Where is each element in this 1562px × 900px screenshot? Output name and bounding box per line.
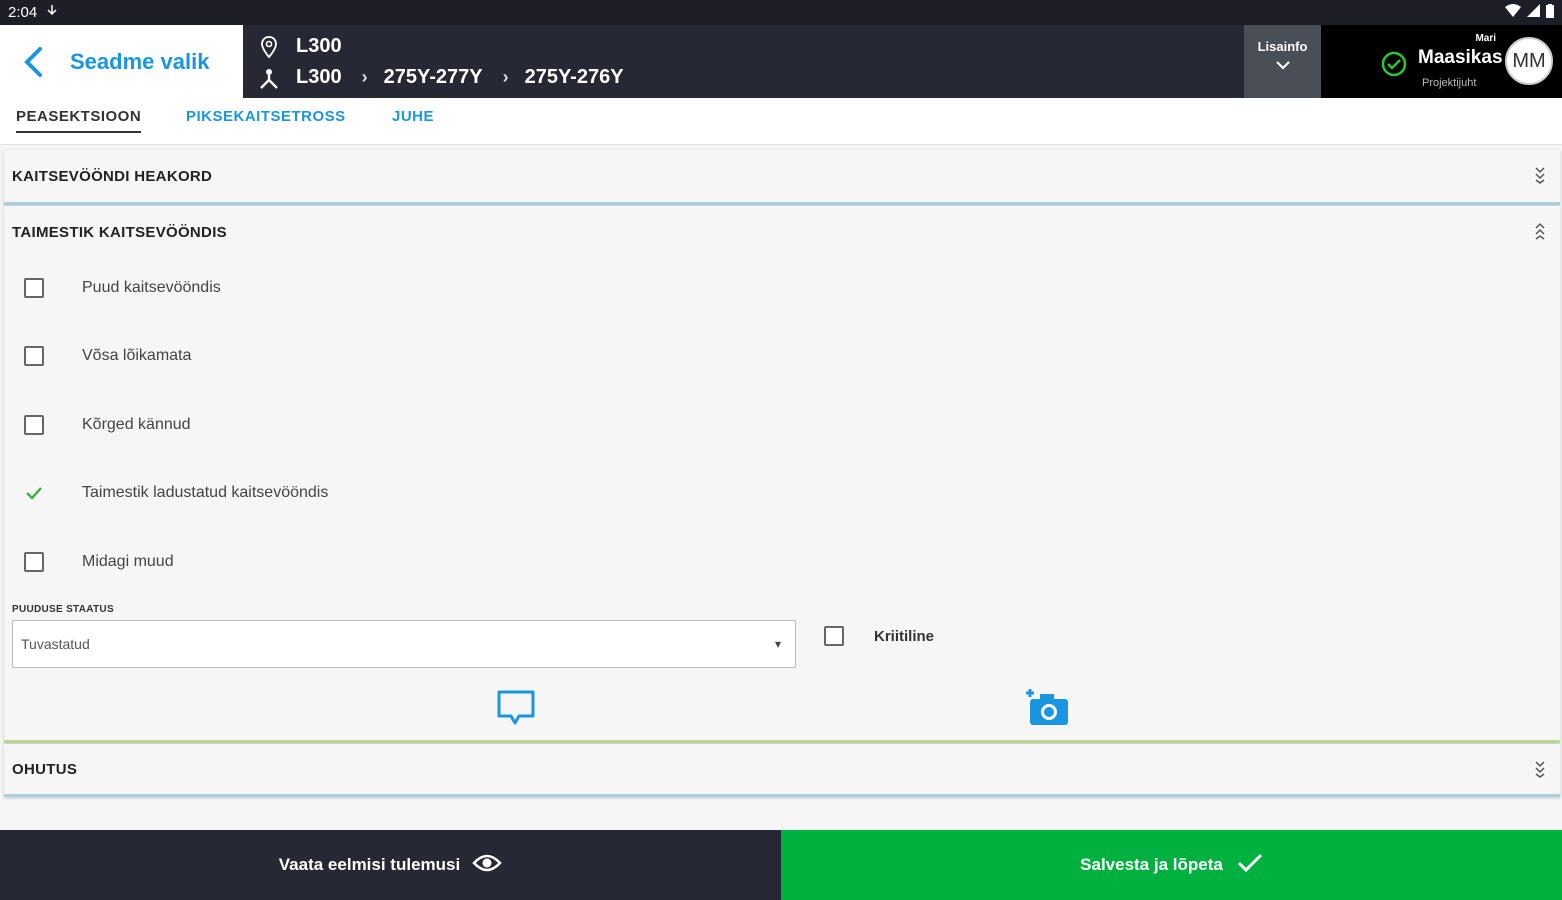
user-role: Projektijuht [1422, 77, 1477, 89]
checkbox-item[interactable]: Võsa lõikamata [24, 346, 191, 366]
info-button-label: Lisainfo [1257, 39, 1308, 54]
add-photo-icon[interactable] [1024, 687, 1070, 732]
expand-icon [1534, 760, 1546, 781]
online-check-icon [1381, 51, 1407, 82]
section-header[interactable]: KAITSEVÖÖNDI HEAKORD [4, 150, 1560, 202]
status-time: 2:04 [8, 4, 38, 21]
location-name: L300 [296, 35, 342, 57]
comment-icon[interactable] [497, 689, 535, 732]
wifi-icon [1505, 4, 1521, 21]
breadcrumb-item[interactable]: 275Y-276Y [525, 66, 624, 89]
tab-peasektsioon[interactable]: PEASEKTSIOON [16, 108, 142, 133]
app-header: Seadme valik L300 L300 › 275Y-277Y › 275… [0, 25, 1562, 98]
checkbox-item[interactable]: Kõrged kännud [24, 415, 191, 435]
tab-piksekaitsetross[interactable]: PIKSEKAITSETROSS [186, 108, 346, 131]
info-button[interactable]: Lisainfo [1244, 25, 1321, 98]
tab-bar: PEASEKTSIOON PIKSEKAITSETROSS JUHE [0, 98, 1562, 145]
view-previous-label: Vaata eelmisi tulemusi [278, 855, 461, 874]
checkbox[interactable] [24, 415, 44, 435]
checkbox[interactable] [824, 626, 844, 646]
breadcrumb-item[interactable]: 275Y-277Y [384, 66, 483, 89]
section-taimestik-kaitsevoondis: TAIMESTIK KAITSEVÖÖNDIS Puud kaitsevöönd… [4, 206, 1560, 743]
chevron-left-icon [22, 45, 50, 79]
chevron-right-icon: › [361, 67, 368, 87]
back-button[interactable]: Seadme valik [0, 25, 243, 98]
back-label: Seadme valik [70, 48, 210, 74]
checkbox[interactable] [24, 346, 44, 366]
save-label: Salvesta ja lõpeta [1080, 855, 1223, 874]
status-select[interactable]: Tuvastatud ▾ [12, 620, 796, 668]
status-bar: 2:04 [0, 0, 1562, 25]
checkbox-item[interactable]: Midagi muud [24, 552, 174, 572]
checkmark-icon[interactable] [24, 483, 44, 503]
breadcrumb-item[interactable]: L300 [296, 66, 342, 89]
checkbox-label: Võsa lõikamata [82, 347, 192, 364]
battery-icon [1546, 3, 1554, 22]
checkbox[interactable] [24, 552, 44, 572]
user-last-name: Maasikas [1418, 47, 1503, 68]
download-icon [47, 4, 57, 21]
section-title: KAITSEVÖÖNDI HEAKORD [12, 167, 213, 185]
chevron-down-icon [1244, 58, 1321, 73]
checkbox-item[interactable]: Puud kaitsevööndis [24, 278, 221, 298]
critical-checkbox-item[interactable]: Kriitiline [824, 626, 934, 646]
dropdown-arrow-icon: ▾ [774, 637, 781, 651]
checkmark-icon [1237, 853, 1263, 878]
status-field-label: PUUDUSE STAATUS [12, 604, 114, 615]
chevron-right-icon: › [502, 67, 509, 87]
tab-juhe[interactable]: JUHE [392, 108, 434, 131]
expand-icon [1534, 166, 1546, 187]
checkbox-label: Puud kaitsevööndis [82, 279, 221, 296]
view-previous-results-button[interactable]: Vaata eelmisi tulemusi [0, 830, 781, 900]
critical-label: Kriitiline [874, 627, 935, 645]
checkbox[interactable] [24, 278, 44, 298]
section-title: TAIMESTIK KAITSEVÖÖNDIS [12, 223, 227, 241]
network-icon [258, 66, 280, 90]
section-header[interactable]: TAIMESTIK KAITSEVÖÖNDIS [4, 206, 1560, 258]
section-ohutus: OHUTUS [4, 744, 1560, 797]
save-and-finish-button[interactable]: Salvesta ja lõpeta [781, 830, 1562, 900]
section-header[interactable]: OHUTUS [4, 744, 1560, 794]
location-breadcrumb: L300 L300 › 275Y-277Y › 275Y-276Y [258, 31, 624, 93]
eye-icon [472, 852, 502, 879]
checkbox-item[interactable]: Taimestik ladustatud kaitsevööndis [24, 483, 328, 503]
checkbox-label: Kõrged kännud [82, 416, 191, 433]
signal-icon [1527, 4, 1540, 21]
collapse-icon [1534, 222, 1546, 243]
section-kaitsevoondi-heakord: KAITSEVÖÖNDI HEAKORD [4, 150, 1560, 205]
status-select-value: Tuvastatud [21, 636, 90, 652]
avatar[interactable]: MM [1505, 37, 1553, 85]
section-title: OHUTUS [12, 760, 78, 778]
user-panel[interactable]: Mari Maasikas Projektijuht MM [1321, 25, 1562, 98]
user-first-name: Mari [1475, 33, 1496, 44]
location-pin-icon [258, 35, 280, 59]
checkbox-label: Taimestik ladustatud kaitsevööndis [82, 484, 329, 501]
checkbox-label: Midagi muud [82, 553, 174, 570]
